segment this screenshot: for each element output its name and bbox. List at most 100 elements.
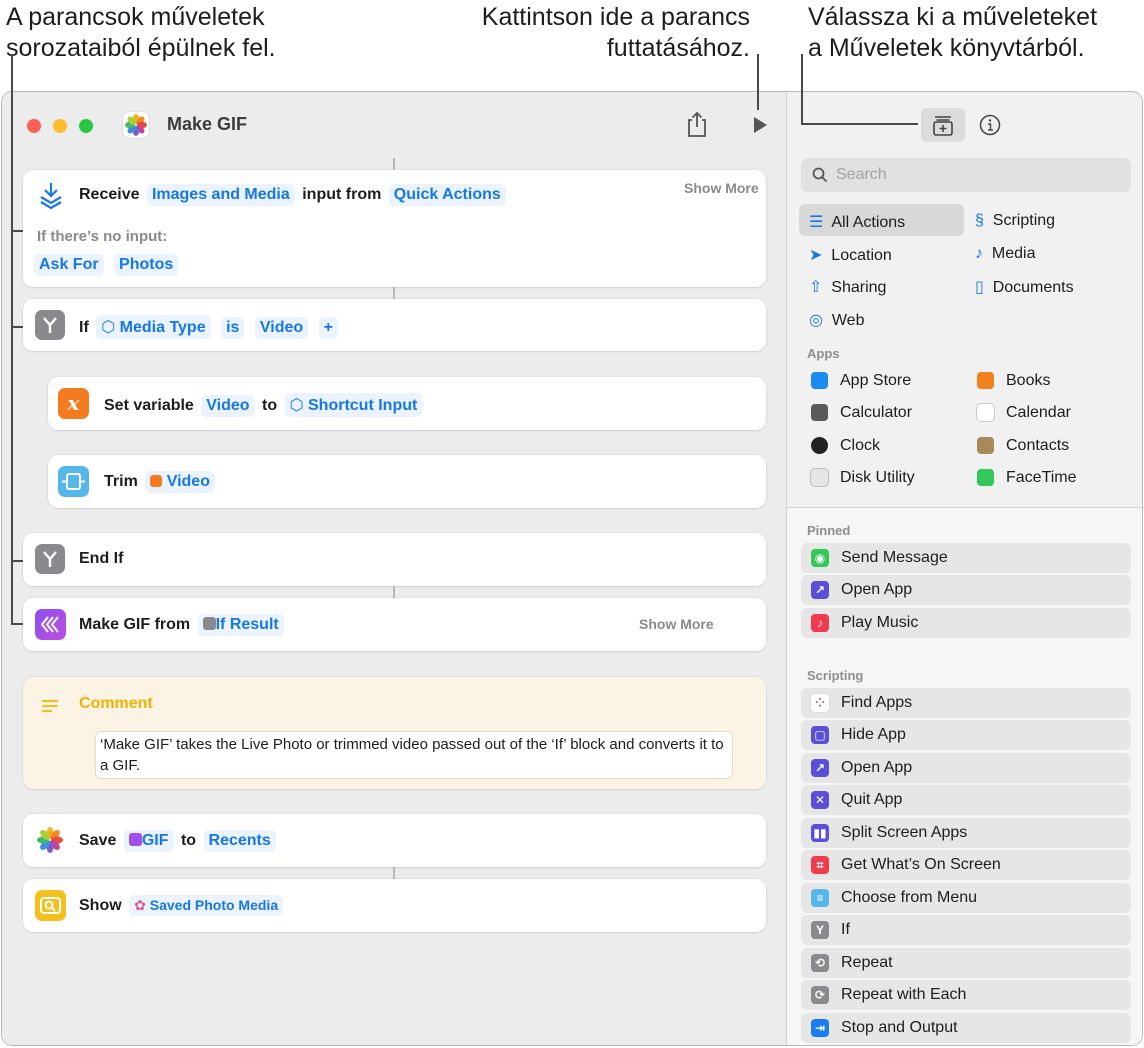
action-end-if[interactable]: End If [23,533,766,586]
action-trim[interactable]: Trim Video [48,455,766,508]
app-app-store[interactable]: App Store [840,372,911,390]
minimize-window-button[interactable] [53,119,67,133]
category-location[interactable]: ➤ Location [809,245,892,265]
app-facetime[interactable]: FaceTime [1006,469,1077,487]
saved-photo-media-token[interactable]: ✿ Saved Photo Media [129,895,284,916]
receive-label: Receive [79,186,140,203]
photos-mini-icon: ✿ [134,897,146,913]
action-receive[interactable]: Receive Images and Media input from Quic… [23,170,766,287]
comment-text[interactable]: ‘Make GIF’ takes the Live Photo or trimm… [95,731,733,779]
scripting-split-screen-apps[interactable]: ▮▮ Split Screen Apps [801,818,1131,848]
category-location-label: Location [831,247,892,264]
scripting-quit-app[interactable]: ✕ Quit App [801,785,1131,815]
quick-look-icon [35,890,66,921]
photos-token[interactable]: Photos [114,254,179,276]
ask-for-token[interactable]: Ask For [34,254,104,276]
show-more-button[interactable]: Show More [684,180,759,196]
category-sharing[interactable]: ⇧ Sharing [809,277,886,297]
callout-run: Kattintson ide a parancs futtatásához. [482,2,750,64]
pinned-play-music[interactable]: ♪ Play Music [801,608,1131,638]
action-show[interactable]: Show ✿ Saved Photo Media [23,879,766,932]
apps-section-label: Apps [807,346,840,361]
action-set-variable[interactable]: x Set variable Video to ⬡ Shortcut Input [48,377,766,430]
connector [393,158,395,170]
make-gif-show-more-button[interactable]: Show More [639,616,714,632]
category-documents[interactable]: ▯ Documents [975,277,1074,297]
if-result-token[interactable]: If Result [197,614,284,636]
video-value-token[interactable]: Video [254,317,309,339]
photos-app-icon [123,112,149,138]
run-button[interactable] [749,114,771,136]
split-screen-icon: ▮▮ [811,824,829,842]
category-documents-label: Documents [992,279,1074,296]
scripting-repeat-with-each-label: Repeat with Each [841,986,967,1003]
shortcut-input-token[interactable]: ⬡ Shortcut Input [284,393,423,417]
action-if[interactable]: If ⬡ Media Type is Video + [23,299,766,351]
callout-actions-sequence: A parancsok műveletek sorozataiból épüln… [6,2,276,64]
category-sharing-label: Sharing [831,279,887,296]
add-condition-button[interactable]: + [318,317,338,339]
scripting-repeat-with-each[interactable]: ⟳ Repeat with Each [801,980,1131,1010]
category-scripting[interactable]: § Scripting [975,212,1055,230]
share-button[interactable] [684,110,710,138]
action-save[interactable]: Save GIF to Recents [23,814,766,867]
scripting-choose-from-menu[interactable]: ≡ Choose from Menu [801,883,1131,913]
app-calendar[interactable]: Calendar [1006,404,1071,422]
end-if-branch-icon [35,544,65,574]
scripting-hide-app[interactable]: ▢ Hide App [801,720,1131,750]
gif-token[interactable]: GIF [123,830,174,852]
trim-video-token[interactable]: Video [145,471,215,493]
scripting-open-app[interactable]: ↗ Open App [801,753,1131,783]
scripting-stop-and-output[interactable]: ⇥ Stop and Output [801,1013,1131,1043]
contacts-icon [977,437,994,454]
pinned-open-app[interactable]: ↗ Open App [801,575,1131,605]
app-contacts[interactable]: Contacts [1006,437,1069,455]
leader-line-left [11,54,13,624]
zoom-window-button[interactable] [79,119,93,133]
scripting-section-label: Scripting [807,668,864,683]
pinned-section-label: Pinned [807,523,851,538]
trim-label: Trim [104,473,138,490]
scripting-find-apps[interactable]: ⁘ Find Apps [801,688,1131,718]
input-source-token[interactable]: Quick Actions [388,184,506,206]
share-icon [688,111,706,137]
leader-tick [11,560,23,562]
close-window-button[interactable] [27,119,41,133]
search-field[interactable]: Search [801,158,1131,192]
scripting-get-whats-on-screen[interactable]: ⌗ Get What’s On Screen [801,850,1131,880]
app-disk-utility[interactable]: Disk Utility [840,469,915,487]
scripting-choose-from-menu-label: Choose from Menu [841,889,978,906]
variable-name-token[interactable]: Video [201,395,255,417]
callout-right-line2: a Műveletek könyvtárból. [808,34,1085,62]
play-icon [754,117,767,133]
action-make-gif[interactable]: Make GIF from If Result Show More [23,598,766,651]
scripting-open-app-label: Open App [841,759,913,776]
recents-token[interactable]: Recents [203,830,276,852]
pinned-play-music-label: Play Music [841,614,919,631]
music-icon: ♪ [811,614,829,632]
category-web[interactable]: ◎ Web [809,310,864,330]
action-library-button[interactable] [921,108,965,142]
scripting-if[interactable]: Y If [801,915,1131,945]
location-arrow-icon: ➤ [809,247,823,264]
info-button[interactable] [979,114,1001,136]
is-token[interactable]: is [221,317,245,339]
callout-mid-line1: Kattintson ide a parancs [481,3,750,31]
media-type-token[interactable]: ⬡ Media Type [96,315,211,339]
scripting-stop-and-output-label: Stop and Output [841,1019,958,1036]
input-type-token[interactable]: Images and Media [146,184,295,206]
category-scripting-label: Scripting [992,212,1056,229]
app-clock[interactable]: Clock [840,437,880,455]
category-media[interactable]: ♪ Media [975,245,1035,263]
search-placeholder: Search [836,166,887,183]
pinned-send-message[interactable]: ◉ Send Message [801,543,1131,573]
scripting-repeat-label: Repeat [841,954,893,971]
category-all-actions[interactable]: ☰ All Actions [809,212,905,232]
callout-right-line1: Válassza ki a műveleteket [808,3,1098,31]
app-calculator[interactable]: Calculator [840,404,912,422]
app-books[interactable]: Books [1006,372,1050,390]
no-input-label: If there’s no input: [37,228,168,245]
scripting-repeat[interactable]: ⟲ Repeat [801,948,1131,978]
action-comment[interactable]: Comment ‘Make GIF’ takes the Live Photo … [23,677,766,789]
variable-cube-icon: ⬡ [289,397,308,414]
